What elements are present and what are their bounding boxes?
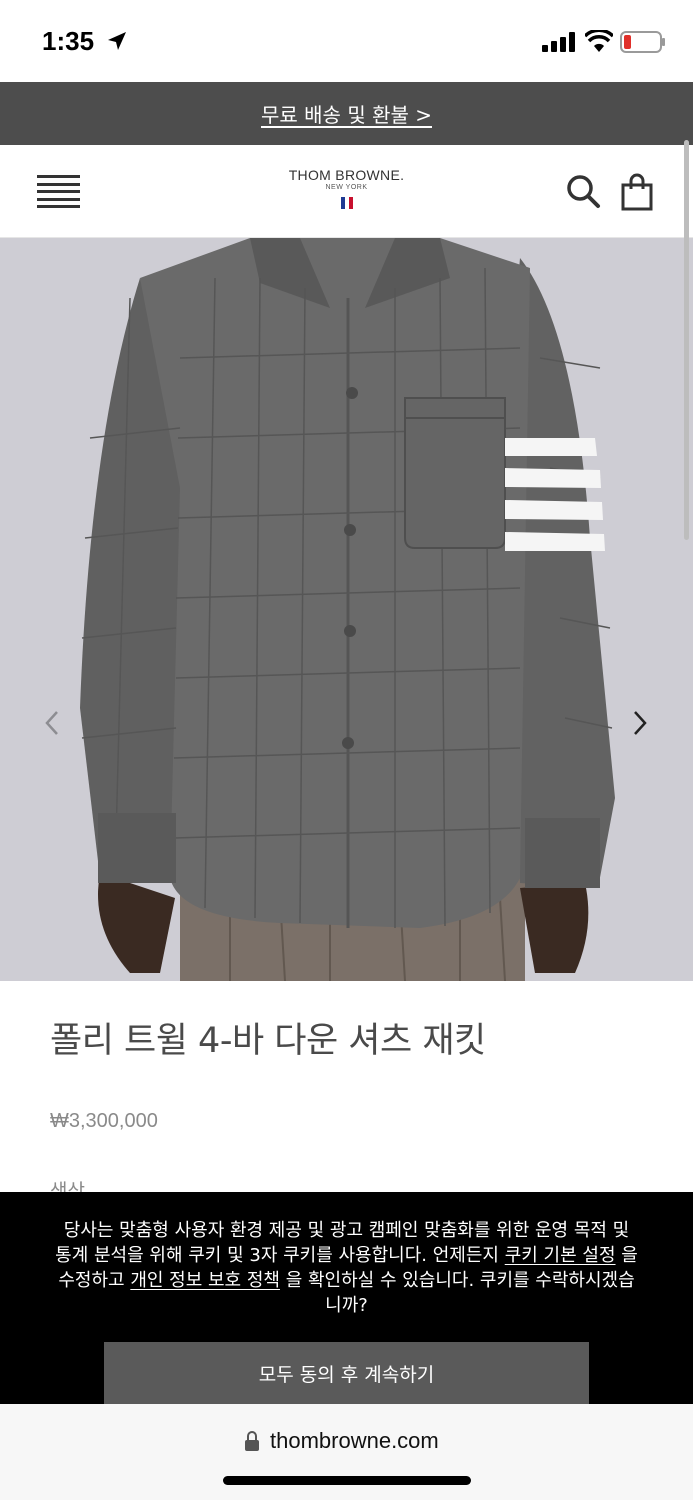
product-photo (80, 238, 615, 981)
home-indicator[interactable] (223, 1476, 471, 1485)
free-shipping-link[interactable]: 무료 배송 및 환불 > (261, 99, 432, 128)
cookie-text-part-3: 을 확인하실 수 있습니다. 쿠키를 수락하시겠습니까? (285, 1270, 635, 1316)
browser-url-bar[interactable]: thombrowne.com (0, 1404, 693, 1500)
lock-icon (245, 1431, 259, 1451)
status-bar: 1:35 (0, 0, 693, 82)
tricolor-flag-icon (340, 197, 353, 209)
wifi-icon (585, 30, 613, 52)
cookie-settings-link[interactable]: 쿠키 기본 설정 (505, 1245, 616, 1266)
logo-subtitle: NEW YORK (325, 184, 368, 191)
promo-banner: 무료 배송 및 환불 > (0, 82, 693, 145)
site-header: THOM BROWNE. NEW YORK (0, 145, 693, 238)
page-scrollbar[interactable] (684, 140, 689, 540)
battery-low-icon (620, 31, 665, 53)
location-arrow-icon (108, 32, 126, 50)
shopping-bag-icon[interactable] (620, 173, 654, 211)
cookie-consent-text: 당사는 맞춤형 사용자 환경 제공 및 광고 캠페인 맞춤화를 위한 운영 목적… (55, 1218, 638, 1318)
search-icon[interactable] (565, 173, 601, 209)
cellular-signal-icon (542, 32, 575, 52)
hamburger-menu-icon[interactable] (37, 175, 80, 208)
status-time: 1:35 (42, 26, 95, 56)
logo-wordmark: THOM BROWNE. (288, 167, 405, 183)
product-title: 폴리 트윌 4-바 다운 셔츠 재킷 (50, 1021, 486, 1061)
privacy-policy-link[interactable]: 개인 정보 보호 정책 (130, 1270, 280, 1291)
product-image-carousel[interactable] (0, 238, 693, 981)
carousel-prev-arrow-icon[interactable] (40, 708, 64, 738)
product-price: ₩3,300,000 (50, 1110, 158, 1132)
carousel-next-arrow-icon[interactable] (628, 708, 652, 738)
accept-all-cookies-button[interactable]: 모두 동의 후 계속하기 (104, 1342, 589, 1404)
url-text[interactable]: thombrowne.com (270, 1428, 439, 1454)
brand-logo[interactable]: THOM BROWNE. NEW YORK (260, 167, 433, 209)
cookie-consent-banner: 당사는 맞춤형 사용자 환경 제공 및 광고 캠페인 맞춤화를 위한 운영 목적… (0, 1192, 693, 1404)
